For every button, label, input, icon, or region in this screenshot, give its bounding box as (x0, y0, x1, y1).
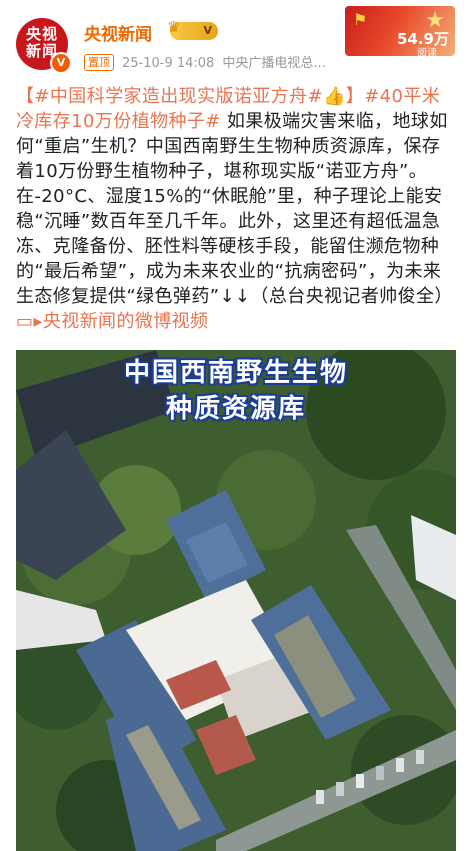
post-text: 【#中国科学家造出现实版诺亚方舟#👍】#40平米冷库存10万份植物种子# 如果极… (16, 84, 456, 334)
hashtag-noah-ark[interactable]: 【#中国科学家造出现实版诺亚方舟#👍】 (16, 86, 364, 107)
post-body: 如果极端灾害来临，地球如何“重启”生机？中国西南野生生物种质资源库，保存着10万… (16, 111, 453, 307)
post-header: 央视 新闻 V 央视新闻 ♛ V 置顶 25-10-9 14:08 中央广播电视总.… (0, 0, 471, 78)
video-caption-line2: 种质资源库 (165, 394, 306, 424)
reads-label: 阅读 (417, 48, 437, 56)
video-thumbnail[interactable]: 中国西南野生生物 种质资源库 (16, 350, 456, 851)
avatar-text-top: 央视 (25, 25, 58, 43)
post-timestamp: 25-10-9 14:08 (122, 56, 215, 71)
level-badge-text: V (203, 24, 212, 37)
video-link[interactable]: ▭▸央视新闻的微博视频 (16, 311, 208, 332)
post-source: 中央广播电视总... (222, 56, 326, 71)
verified-badge-icon: V (50, 52, 72, 74)
video-link-icon: ▭▸ (16, 311, 43, 332)
crown-icon: ♛ (167, 18, 181, 36)
account-name[interactable]: 央视新闻 (84, 20, 152, 45)
post-meta: 置顶 25-10-9 14:08 中央广播电视总... (84, 52, 326, 71)
reads-banner[interactable]: ⚑ ★ 54.9万 阅读 (345, 6, 455, 56)
video-link-text: 央视新闻的微博视频 (42, 311, 209, 332)
video-caption-line1: 中国西南野生生物 (123, 358, 348, 388)
level-badge[interactable]: ♛ V (167, 18, 218, 40)
aerial-photo (16, 350, 456, 851)
pinned-badge: 置顶 (84, 54, 114, 71)
flag-icon: ⚑ (353, 10, 368, 29)
